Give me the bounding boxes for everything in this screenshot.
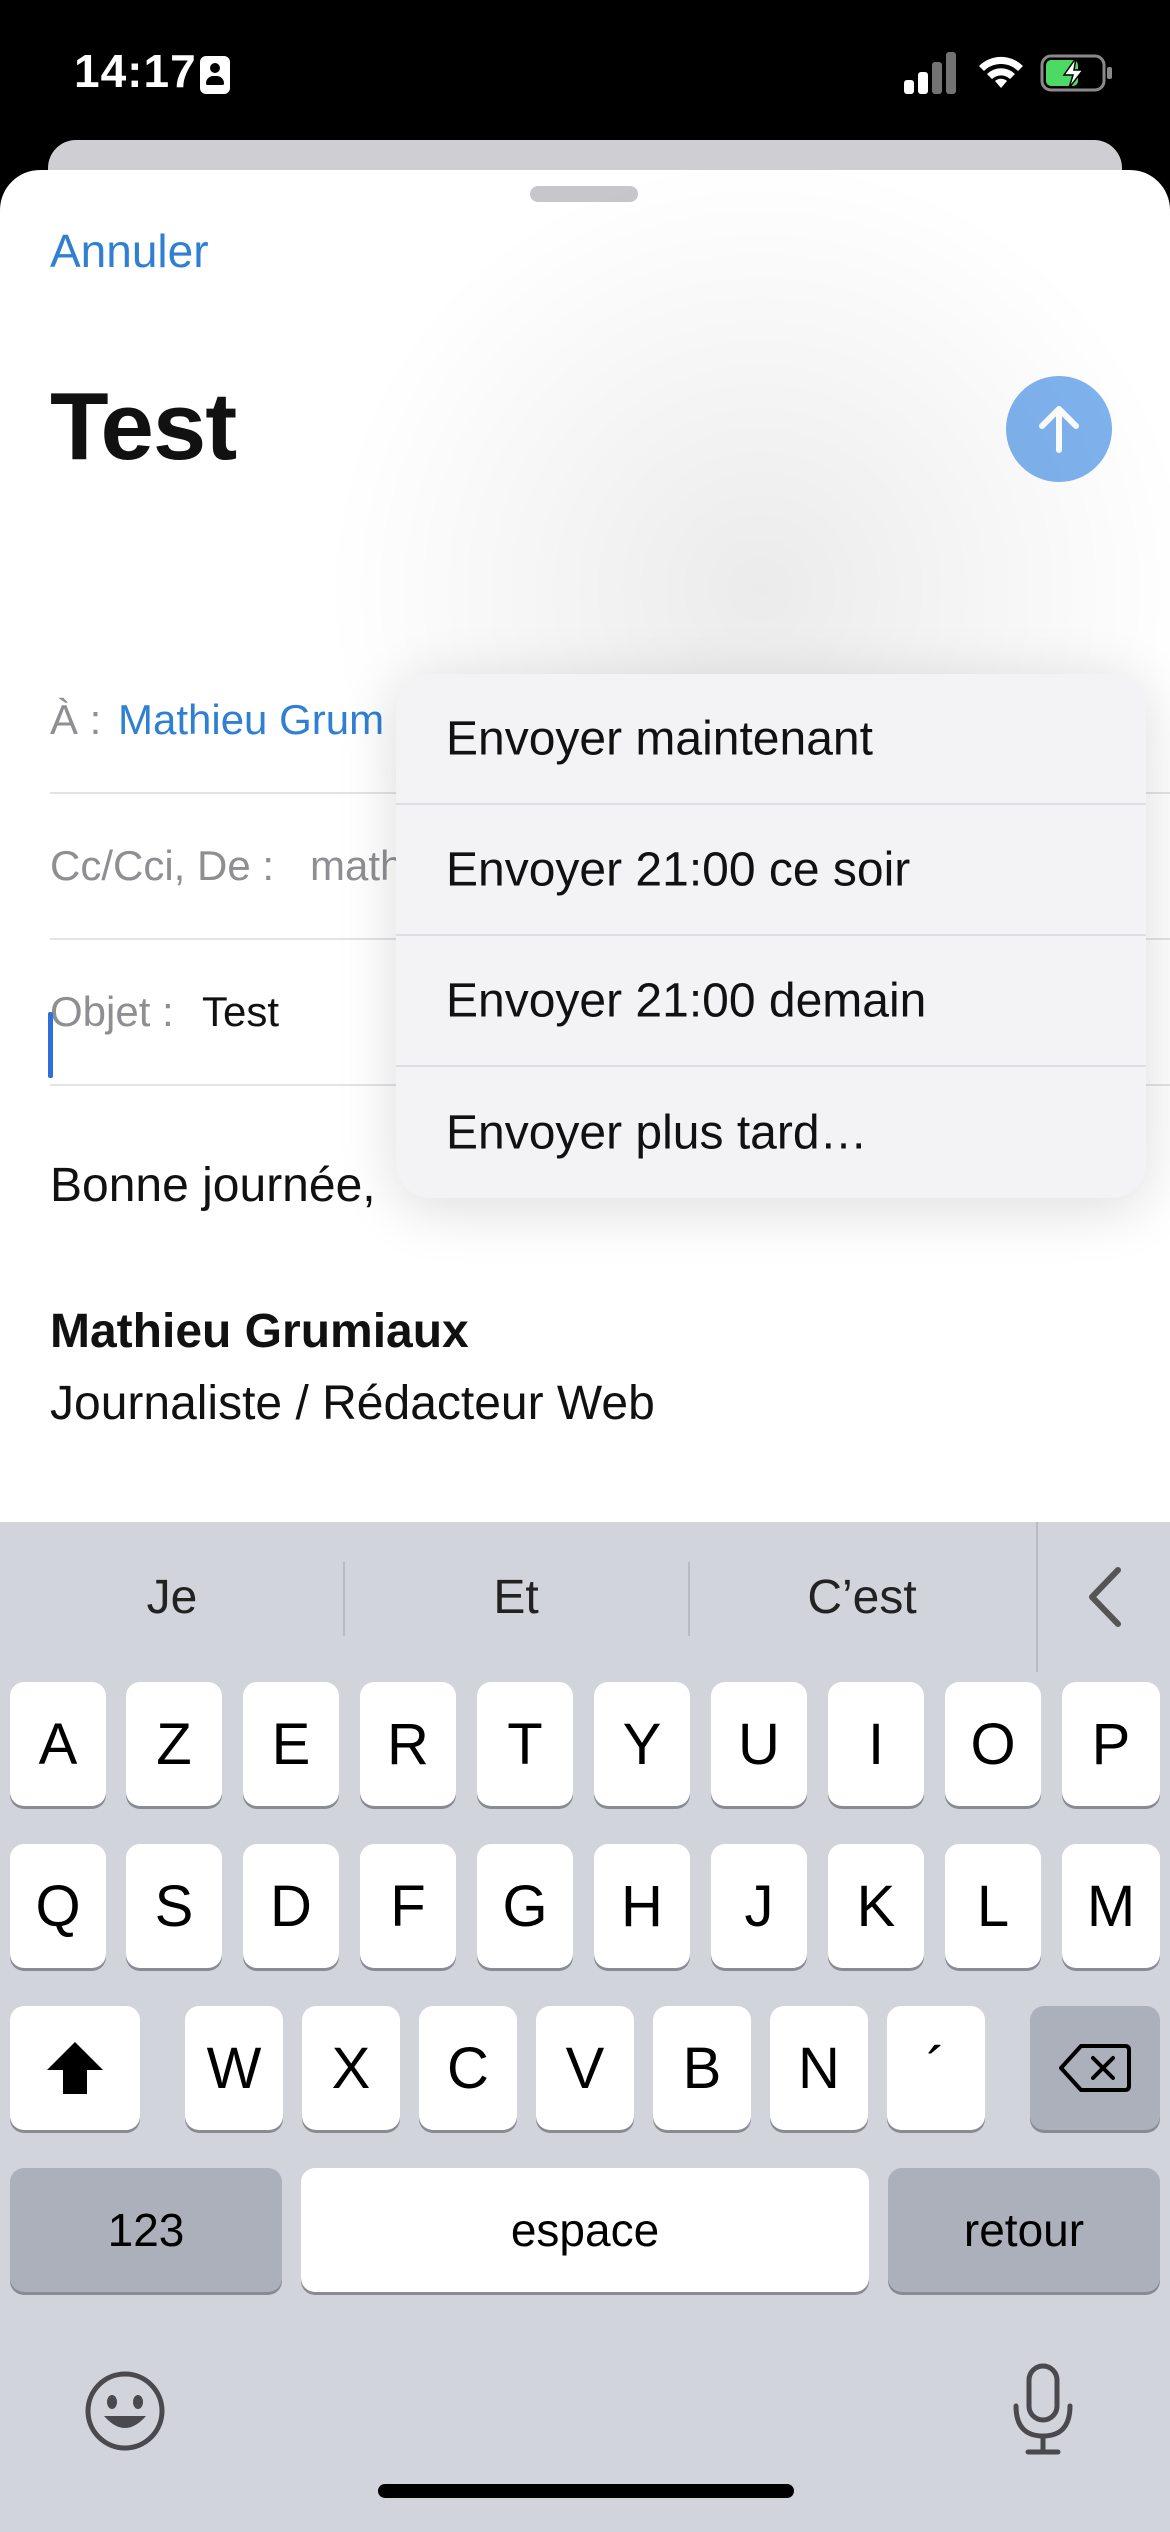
- key-u[interactable]: U: [711, 1682, 807, 1806]
- key-z[interactable]: Z: [126, 1682, 222, 1806]
- status-bar: 14:17: [0, 0, 1170, 150]
- chevron-left-icon: [1089, 1567, 1121, 1627]
- menu-item-label: Envoyer maintenant: [446, 712, 873, 765]
- suggestion-1[interactable]: Je: [0, 1522, 344, 1672]
- subject-label: Objet :: [50, 988, 174, 1035]
- key-o[interactable]: O: [945, 1682, 1041, 1806]
- key-j[interactable]: J: [711, 1844, 807, 1968]
- compose-title: Test: [50, 373, 237, 480]
- numbers-key[interactable]: 123: [10, 2168, 282, 2292]
- to-recipient[interactable]: Mathieu Grum: [118, 696, 384, 744]
- key-c[interactable]: C: [419, 2006, 517, 2130]
- key-b[interactable]: B: [653, 2006, 751, 2130]
- key-s[interactable]: S: [126, 1844, 222, 1968]
- menu-item-send-tonight[interactable]: Envoyer 21:00 ce soir: [396, 805, 1146, 936]
- key-d[interactable]: D: [243, 1844, 339, 1968]
- send-options-menu: Envoyer maintenant Envoyer 21:00 ce soir…: [396, 674, 1146, 1198]
- key-acute-accent[interactable]: ´: [887, 2006, 985, 2130]
- menu-item-label: Envoyer 21:00 demain: [446, 974, 927, 1027]
- space-key[interactable]: espace: [301, 2168, 869, 2292]
- collapse-suggestions-button[interactable]: [1036, 1522, 1170, 1672]
- key-y[interactable]: Y: [594, 1682, 690, 1806]
- home-indicator[interactable]: [378, 2484, 794, 2498]
- send-button[interactable]: [1006, 376, 1112, 482]
- key-p[interactable]: P: [1062, 1682, 1160, 1806]
- return-key[interactable]: retour: [888, 2168, 1160, 2292]
- key-r[interactable]: R: [360, 1682, 456, 1806]
- key-k[interactable]: K: [828, 1844, 924, 1968]
- signature-role[interactable]: Journaliste / Rédacteur Web: [50, 1376, 655, 1431]
- shift-key[interactable]: [10, 2006, 140, 2130]
- text-caret: [48, 1012, 53, 1078]
- key-n[interactable]: N: [770, 2006, 868, 2130]
- key-g[interactable]: G: [477, 1844, 573, 1968]
- menu-item-send-later[interactable]: Envoyer plus tard…: [396, 1067, 1146, 1198]
- key-i[interactable]: I: [828, 1682, 924, 1806]
- battery-charging-icon: [1040, 54, 1112, 92]
- key-m[interactable]: M: [1062, 1844, 1160, 1968]
- key-e[interactable]: E: [243, 1682, 339, 1806]
- key-h[interactable]: H: [594, 1844, 690, 1968]
- key-w[interactable]: W: [185, 2006, 283, 2130]
- arrow-up-icon: [1039, 406, 1079, 453]
- key-t[interactable]: T: [477, 1682, 573, 1806]
- menu-item-label: Envoyer plus tard…: [446, 1106, 868, 1159]
- key-a[interactable]: A: [10, 1682, 106, 1806]
- key-f[interactable]: F: [360, 1844, 456, 1968]
- status-time: 14:17: [74, 45, 197, 97]
- menu-item-label: Envoyer 21:00 ce soir: [446, 843, 911, 896]
- compose-sheet: Annuler Test À : Mathieu Grum Cc/Cci, De…: [0, 170, 1170, 1522]
- menu-item-send-tomorrow[interactable]: Envoyer 21:00 demain: [396, 936, 1146, 1067]
- contact-badge-icon: [200, 56, 230, 94]
- to-label: À :: [50, 696, 102, 743]
- menu-item-send-now[interactable]: Envoyer maintenant: [396, 674, 1146, 805]
- microphone-icon[interactable]: [1008, 2362, 1078, 2458]
- wifi-icon: [979, 56, 1023, 88]
- suggestion-3[interactable]: C’est: [690, 1522, 1034, 1672]
- subject-input[interactable]: Test: [202, 988, 279, 1036]
- cc-label: Cc/Cci, De :: [50, 842, 275, 889]
- cc-value[interactable]: math: [310, 842, 403, 890]
- key-l[interactable]: L: [945, 1844, 1041, 1968]
- sheet-grabber[interactable]: [530, 186, 638, 202]
- keyboard: Je Et C’est A Z E R T Y U I O P Q S D F …: [0, 1522, 1170, 2532]
- body-greeting[interactable]: Bonne journée,: [50, 1158, 376, 1213]
- key-x[interactable]: X: [302, 2006, 400, 2130]
- shift-icon: [47, 2042, 103, 2094]
- suggestion-2[interactable]: Et: [344, 1522, 688, 1672]
- cancel-button[interactable]: Annuler: [50, 224, 209, 278]
- delete-key[interactable]: [1030, 2006, 1160, 2130]
- signature-name[interactable]: Mathieu Grumiaux: [50, 1304, 469, 1359]
- key-q[interactable]: Q: [10, 1844, 106, 1968]
- signal-icon: [904, 50, 958, 94]
- emoji-icon[interactable]: [84, 2370, 166, 2452]
- delete-icon: [1059, 2044, 1131, 2092]
- key-v[interactable]: V: [536, 2006, 634, 2130]
